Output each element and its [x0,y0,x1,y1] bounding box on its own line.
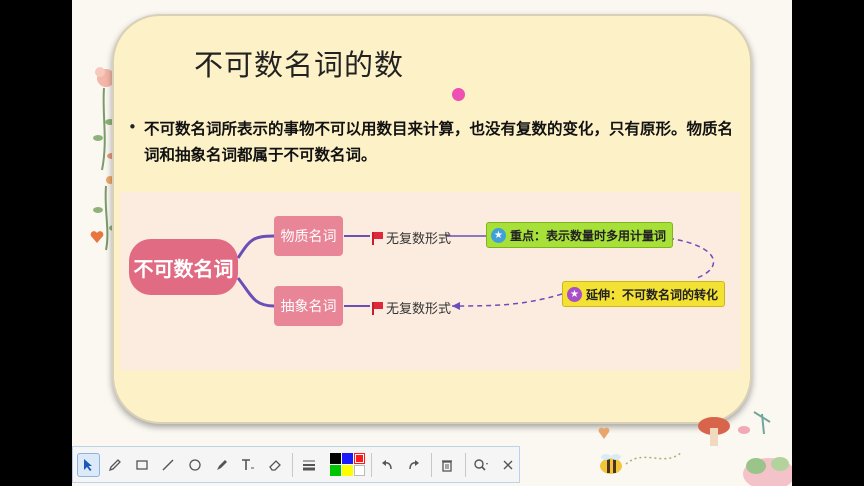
eraser-icon [269,459,281,471]
detail-text: 无复数形式 [386,232,452,247]
color-swatch-yellow[interactable] [341,465,353,476]
note-text: 延伸：不可数名词的转化 [586,287,719,302]
undo-button[interactable] [376,453,399,477]
slide-canvas: 不可数名词的数 • 不可数名词所表示的事物不可以用数目来计算，也没有复数的变化，… [72,0,792,486]
circle-icon [189,458,201,471]
pen-icon [109,458,122,471]
note-key-point: ★ 重点：表示数量时多用计量词 [486,222,674,248]
cursor-arrow-icon [84,458,93,471]
delete-button[interactable] [436,453,459,477]
toolbar-separator [292,452,294,477]
root-node: 不可数名词 [129,239,238,295]
flag-icon [372,231,383,245]
line-width-icon [302,460,315,470]
circle-tool-button[interactable] [184,453,207,477]
flag-icon [372,301,383,315]
color-swatch-black[interactable] [329,453,341,464]
toolbar-separator [431,452,433,477]
mushroom-decoration [698,411,792,486]
text-icon [242,458,255,470]
annotation-toolbar [72,446,520,483]
bee-icon [600,454,622,474]
mindmap-connectors [236,234,715,310]
branch-detail-material: 无复数形式 [372,228,451,247]
heart-icon [598,427,610,439]
note-text: 重点：表示数量时多用计量词 [510,228,667,243]
toolbar-separator [370,452,372,477]
magnifier-icon [474,458,489,471]
trash-icon [442,459,453,472]
note-extension: ★ 延伸：不可数名词的转化 [562,281,726,307]
color-swatch-red[interactable] [353,453,365,464]
select-tool-button[interactable] [77,452,100,477]
redo-icon [409,459,419,469]
line-tool-button[interactable] [157,453,180,477]
star-icon: ★ [567,286,582,302]
toolbar-separator [464,452,466,477]
color-swatch-green[interactable] [329,465,341,476]
line-width-button[interactable] [297,453,320,477]
zoom-button[interactable] [470,453,493,477]
color-swatch-blue[interactable] [341,453,353,464]
close-icon [503,460,513,469]
branch-node-abstract: 抽象名词 [274,286,343,326]
rectangle-icon [136,459,148,470]
pen-tool-button[interactable] [104,453,127,477]
redo-button[interactable] [403,453,426,477]
rectangle-tool-button[interactable] [130,453,153,477]
branch-detail-abstract: 无复数形式 [372,298,451,317]
undo-icon [382,459,392,469]
color-swatch-white[interactable] [353,465,365,476]
star-icon: ★ [491,227,506,243]
highlighter-icon [216,459,227,470]
dotted-trail-decoration [625,451,683,465]
detail-text: 无复数形式 [386,302,452,317]
color-palette [329,453,365,476]
line-icon [162,459,174,470]
close-toolbar-button[interactable] [496,453,519,477]
highlighter-tool-button[interactable] [210,453,233,477]
branch-node-material: 物质名词 [274,216,343,256]
eraser-tool-button[interactable] [264,453,287,477]
text-tool-button[interactable] [237,453,260,477]
